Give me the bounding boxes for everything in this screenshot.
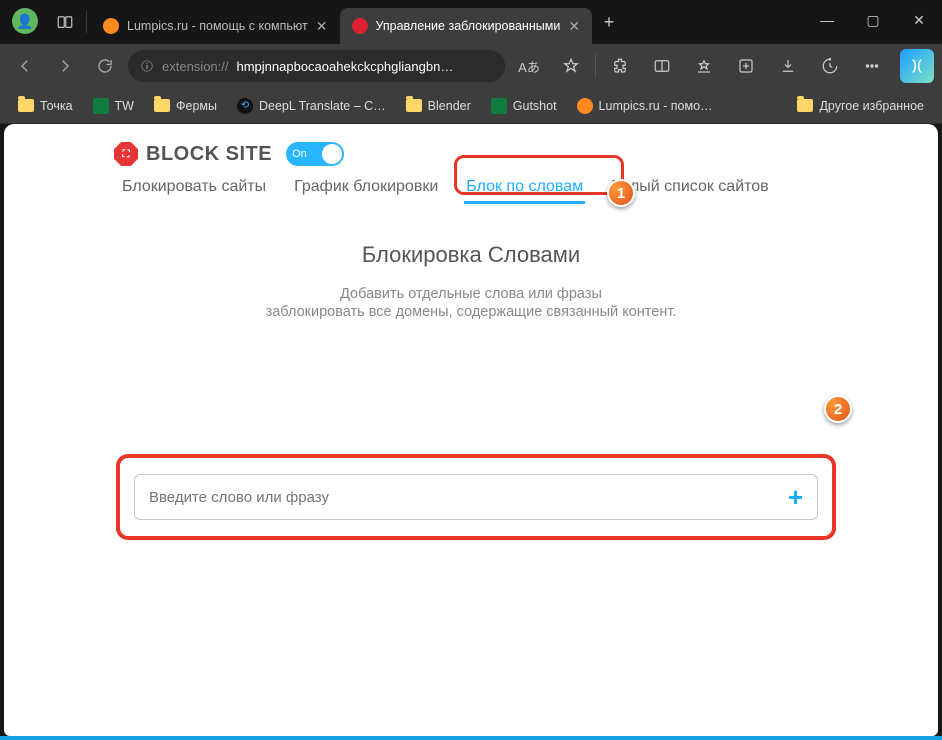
window-titlebar: 👤 Lumpics.ru - помощь с компьют ✕ Управл… bbox=[0, 0, 942, 44]
folder-icon bbox=[406, 99, 422, 112]
collections-button[interactable] bbox=[728, 49, 764, 83]
favorite-button[interactable] bbox=[553, 49, 589, 83]
url-toolbar: extension:// hmpjnnapbocaoahekckcphgliang… bbox=[0, 44, 942, 88]
brand-title: BLOCK SITE bbox=[146, 143, 272, 166]
enable-toggle[interactable]: On bbox=[286, 142, 344, 166]
favicon-icon bbox=[103, 18, 119, 34]
minimize-button[interactable]: — bbox=[804, 0, 850, 40]
blocksite-logo-icon: ⛶ bbox=[114, 142, 138, 166]
refresh-button[interactable] bbox=[88, 49, 122, 83]
site-icon bbox=[577, 98, 593, 114]
tab-block-sites[interactable]: Блокировать сайты bbox=[108, 172, 280, 202]
bookmark-gutshot[interactable]: Gutshot bbox=[481, 94, 567, 118]
titlebar-separator bbox=[86, 11, 87, 33]
annotation-badge-2: 2 bbox=[824, 395, 852, 423]
bookmark-blender[interactable]: Blender bbox=[396, 95, 481, 117]
deepl-icon: ⟲ bbox=[237, 98, 253, 114]
forward-button[interactable] bbox=[48, 49, 82, 83]
page-tabs: Блокировать сайты График блокировки Блок… bbox=[4, 170, 938, 202]
sheet-icon bbox=[491, 98, 507, 114]
favicon-icon bbox=[352, 18, 368, 34]
favorites-list-button[interactable] bbox=[686, 49, 722, 83]
copilot-button[interactable] bbox=[900, 49, 934, 83]
new-tab-button[interactable]: + bbox=[592, 0, 626, 44]
close-icon[interactable]: ✕ bbox=[568, 18, 580, 35]
page-subtitle-1: Добавить отдельные слова или фразы bbox=[4, 286, 938, 302]
address-bar[interactable]: extension:// hmpjnnapbocaoahekckcphgliang… bbox=[128, 50, 505, 82]
url-protocol: extension:// bbox=[162, 59, 229, 74]
performance-button[interactable] bbox=[812, 49, 848, 83]
close-window-button[interactable]: ✕ bbox=[896, 0, 942, 40]
word-input-row: + bbox=[134, 474, 818, 520]
bookmark-farms[interactable]: Фермы bbox=[144, 95, 227, 117]
maximize-button[interactable]: ▢ bbox=[850, 0, 896, 40]
sheet-icon bbox=[93, 98, 109, 114]
bookmark-tochka[interactable]: Точка bbox=[8, 95, 83, 117]
word-input[interactable] bbox=[149, 489, 788, 506]
tab-title: Lumpics.ru - помощь с компьют bbox=[127, 19, 308, 33]
page-content: ⛶ BLOCK SITE On Блокировать сайты График… bbox=[4, 124, 938, 736]
annotation-highlight-input: + bbox=[116, 454, 836, 540]
browser-tab-lumpics[interactable]: Lumpics.ru - помощь с компьют ✕ bbox=[91, 8, 340, 44]
more-button[interactable] bbox=[854, 49, 890, 83]
bottom-accent-bar bbox=[0, 736, 942, 740]
page-title: Блокировка Словами bbox=[4, 242, 938, 268]
reader-mode-button[interactable]: Aあ bbox=[511, 49, 547, 83]
folder-icon bbox=[154, 99, 170, 112]
close-icon[interactable]: ✕ bbox=[316, 18, 328, 35]
tab-block-words[interactable]: Блок по словам bbox=[452, 172, 597, 202]
bookmark-tw[interactable]: TW bbox=[83, 94, 144, 118]
site-info-icon[interactable] bbox=[140, 59, 154, 73]
url-host: hmpjnnapbocaoahekckcphgliangbn… bbox=[237, 59, 454, 74]
bookmark-other[interactable]: Другое избранное bbox=[787, 95, 934, 117]
bookmark-lumpics[interactable]: Lumpics.ru - помо… bbox=[567, 94, 723, 118]
annotation-badge-1: 1 bbox=[607, 179, 635, 207]
extensions-button[interactable] bbox=[602, 49, 638, 83]
workspaces-icon[interactable] bbox=[48, 0, 82, 44]
back-button[interactable] bbox=[8, 49, 42, 83]
page-header: ⛶ BLOCK SITE On bbox=[4, 124, 938, 170]
folder-icon bbox=[797, 99, 813, 112]
downloads-button[interactable] bbox=[770, 49, 806, 83]
folder-icon bbox=[18, 99, 34, 112]
split-screen-button[interactable] bbox=[644, 49, 680, 83]
add-word-button[interactable]: + bbox=[788, 482, 803, 513]
profile-avatar[interactable]: 👤 bbox=[12, 8, 38, 34]
bookmarks-bar: Точка TW Фермы ⟲DeepL Translate – C… Ble… bbox=[0, 88, 942, 124]
tab-title: Управление заблокированными bbox=[376, 19, 561, 33]
browser-tab-blocksite[interactable]: Управление заблокированными ✕ bbox=[340, 8, 593, 44]
tab-schedule[interactable]: График блокировки bbox=[280, 172, 452, 202]
bookmark-deepl[interactable]: ⟲DeepL Translate – C… bbox=[227, 94, 396, 118]
page-subtitle-2: заблокировать все домены, содержащие свя… bbox=[4, 304, 938, 320]
